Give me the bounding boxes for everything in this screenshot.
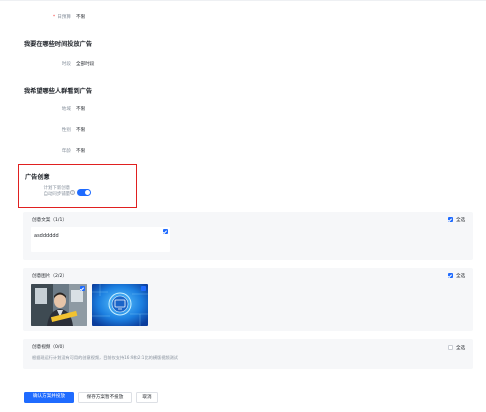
copy-select-all-label[interactable]: 全选 xyxy=(456,217,465,223)
photo-person-image[interactable] xyxy=(31,284,87,326)
video-select-all-label[interactable]: 全选 xyxy=(456,345,465,351)
image-select-all-label[interactable]: 全选 xyxy=(456,273,465,279)
copy-card-title: 创意文案（1/1） xyxy=(32,218,67,223)
confirm-and-launch-button[interactable]: 确认方案并投放 xyxy=(24,392,74,403)
cancel-button[interactable]: 取消 xyxy=(136,392,158,403)
age-label: 年龄 xyxy=(61,149,71,154)
video-description: 根据现运行计划没有可用的创意视频，目前仅支持16:9和2:1比的横版视频测试 xyxy=(32,355,178,360)
copy-item-checkbox[interactable] xyxy=(163,229,168,234)
top-divider xyxy=(0,0,486,1)
creative-section-title: 广告创意 xyxy=(25,174,50,181)
save-draft-button[interactable]: 保存方案暂不投放 xyxy=(78,392,132,403)
age-value: 不限 xyxy=(76,149,86,154)
sync-label-line2: 自动同步铺量 xyxy=(43,192,70,197)
required-mark: * xyxy=(52,15,56,20)
image-card-title: 创意图片（2/2） xyxy=(32,274,67,279)
video-card-title: 创意视频（0/0） xyxy=(32,345,67,350)
budget-value: 不限 xyxy=(76,15,86,20)
image-select-all-checkbox[interactable] xyxy=(448,273,453,278)
question-circle-icon[interactable]: ? xyxy=(70,190,75,195)
video-card xyxy=(23,339,473,369)
image-1-checkbox[interactable] xyxy=(80,286,85,291)
time-label: 时段 xyxy=(61,62,71,67)
tech-blue-graphic xyxy=(92,284,148,326)
remove-icon[interactable] xyxy=(141,286,146,291)
image-card xyxy=(23,268,473,331)
copy-text: asdddddd xyxy=(34,233,59,239)
gender-value: 不限 xyxy=(76,128,86,133)
video-select-all-checkbox[interactable] xyxy=(448,345,453,350)
audience-section-title: 我希望哪些人群看到广告 xyxy=(24,88,93,95)
photo-person-graphic xyxy=(31,284,87,326)
sync-label: 计划下新创意 自动同步铺量 xyxy=(26,186,70,198)
time-value: 全部时段 xyxy=(76,62,95,67)
tech-blue-image[interactable] xyxy=(92,284,148,326)
budget-label: * 日预算 xyxy=(40,14,71,20)
region-label: 地域 xyxy=(61,107,71,112)
copy-text-box[interactable] xyxy=(31,227,170,252)
sync-toggle[interactable] xyxy=(77,189,91,196)
toggle-knob xyxy=(85,190,90,195)
schedule-section-title: 我要在哪些时间投放广告 xyxy=(24,41,93,48)
region-value: 不限 xyxy=(76,107,86,112)
gender-label: 性别 xyxy=(61,128,71,133)
copy-select-all-checkbox[interactable] xyxy=(448,217,453,222)
budget-label-text: 日预算 xyxy=(57,15,71,20)
